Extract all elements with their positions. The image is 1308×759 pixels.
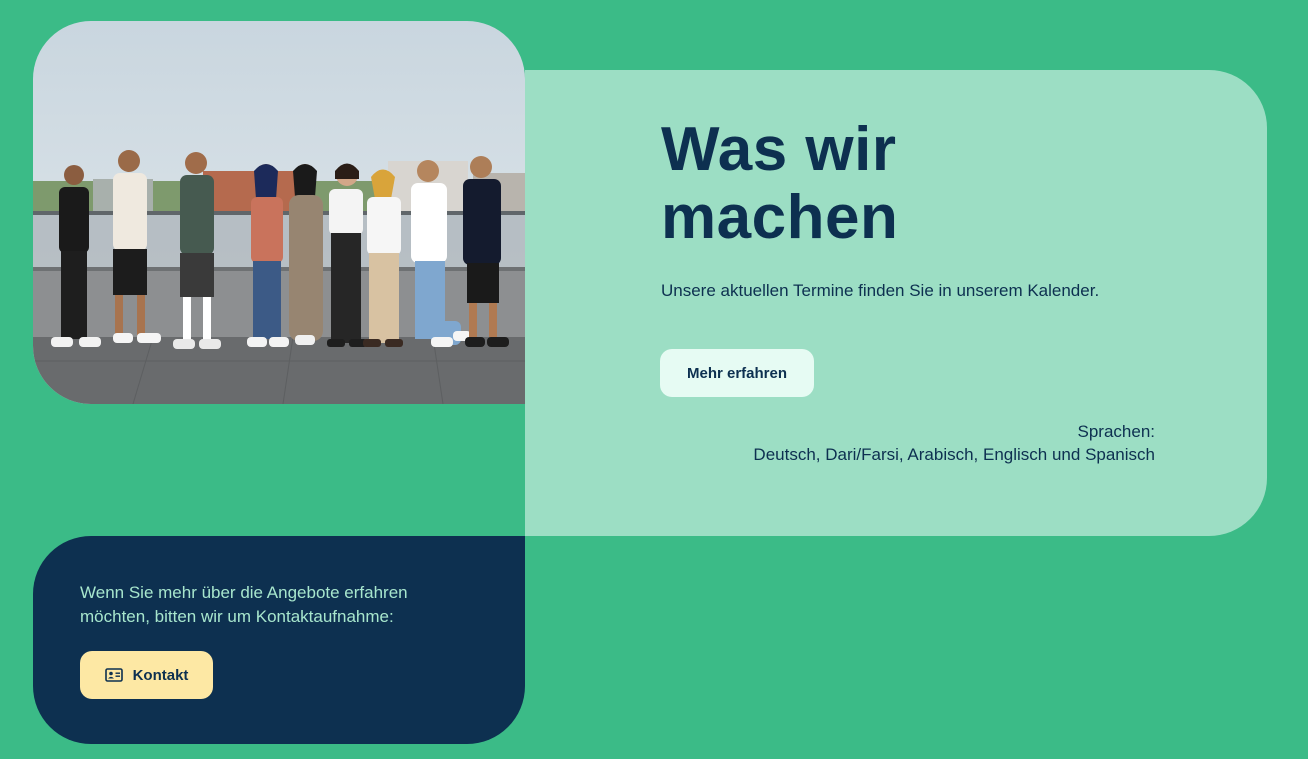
page-title-line2: machen — [661, 183, 899, 252]
group-photo — [33, 21, 525, 404]
languages-label: Sprachen: — [1077, 422, 1156, 441]
group-photo-image — [33, 21, 525, 404]
contact-prompt: Wenn Sie mehr über die Angebote erfahren… — [80, 581, 500, 629]
calendar-hint: Unsere aktuellen Termine finden Sie in u… — [661, 281, 1100, 300]
more-info-button[interactable]: Mehr erfahren — [660, 349, 814, 397]
info-card: Was wir machen Unsere aktuellen Termine … — [525, 70, 1267, 536]
page-title-line1: Was wir — [661, 115, 897, 184]
contact-prompt-line2: möchten, bitten wir um Kontaktaufnahme: — [80, 607, 394, 626]
languages-list: Deutsch, Dari/Farsi, Arabisch, Englisch … — [753, 445, 1155, 464]
languages-info: Sprachen: Deutsch, Dari/Farsi, Arabisch,… — [753, 420, 1155, 466]
contact-button-label: Kontakt — [132, 666, 189, 684]
contact-card: Wenn Sie mehr über die Angebote erfahren… — [33, 536, 525, 744]
contact-card-icon — [104, 668, 123, 682]
page-title: Was wir machen — [661, 116, 898, 252]
contact-prompt-line1: Wenn Sie mehr über die Angebote erfahren — [80, 583, 408, 602]
info-card-corner — [525, 70, 583, 128]
contact-button[interactable]: Kontakt — [80, 651, 213, 699]
